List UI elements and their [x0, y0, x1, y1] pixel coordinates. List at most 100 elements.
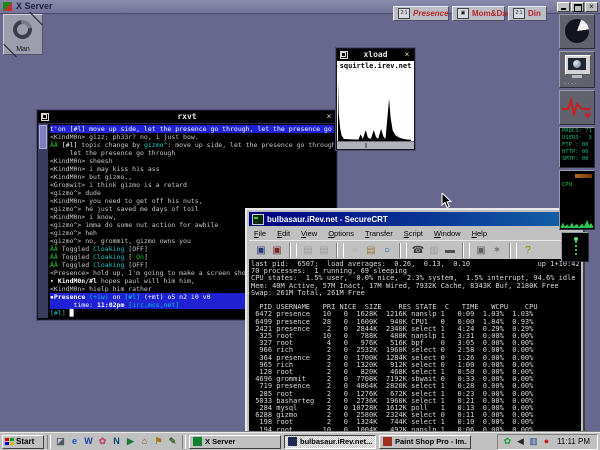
xserver-title: X Server	[16, 1, 53, 11]
securecrt-titlebar[interactable]: bulbasaur.iRev.net - SecureCRT	[249, 212, 581, 226]
menu-file[interactable]: File	[254, 229, 266, 238]
netstat-line: HTTP: 00	[560, 149, 594, 156]
task-button-label: X Server	[205, 437, 235, 446]
mini-window-din[interactable]: 2:1 Din	[508, 6, 547, 21]
dock-tile-cpu[interactable]: CPU	[559, 170, 595, 230]
toolbar-separator	[289, 243, 297, 258]
dock-tile-netstat[interactable]: PROCS: 71USERS: 3FTP : 00HTTP: 00SMTP: 0…	[559, 127, 595, 168]
toolbar-separator	[336, 243, 344, 258]
irc-line: ÄÄ [#l] topic change by gizmo^: move up …	[50, 141, 334, 149]
xload-window[interactable]: xload × squirtle.irev.net	[336, 48, 415, 150]
scrollbar-thumb[interactable]	[39, 125, 47, 149]
taskbar-separator	[47, 435, 51, 449]
iconify-decoration	[29, 12, 42, 25]
toolbar-separator	[462, 243, 470, 258]
mini-window-icon: ▣	[457, 8, 469, 19]
menu-bar: File Edit View Options Transfer Script Window H…	[249, 227, 581, 240]
reconnect-icon[interactable]: ▤	[300, 243, 316, 258]
mini-window-title: Mom&Dad	[472, 9, 512, 18]
task-button-label: bulbasaur.iRev.net...	[300, 437, 372, 446]
task-buttons: X Server bulbasaur.iRev.net... Paint Shop …	[189, 435, 471, 449]
close-icon[interactable]: ×	[403, 51, 411, 59]
volume-icon[interactable]: ◀	[515, 436, 526, 447]
menu-window[interactable]: Window	[434, 229, 461, 238]
dock-tile-clock[interactable]	[559, 14, 595, 49]
system-tray: ✿◀▥● 11:11 PM	[497, 434, 598, 450]
minimize-icon[interactable]	[557, 2, 570, 12]
start-label: Start	[16, 437, 34, 446]
copy-icon[interactable]: ▫	[347, 243, 363, 258]
irc-line: <KindM0n> gizz; ph33r? no, i just bow.	[50, 133, 334, 141]
disconnect-icon[interactable]: ▤	[316, 243, 332, 258]
help-icon[interactable]: ?	[520, 243, 536, 258]
securecrt-title: bulbasaur.iRev.net - SecureCRT	[267, 215, 388, 224]
man-icon-art	[9, 16, 35, 42]
ssh-terminal[interactable]: last pid: 6507; load averages: 0.26, 0.1…	[249, 259, 581, 444]
scrollbar[interactable]	[38, 123, 48, 318]
start-button[interactable]: Start	[2, 435, 44, 449]
taskbar-button-psp[interactable]: Paint Shop Pro - Im...	[379, 435, 471, 449]
internet-explorer-icon[interactable]: e	[68, 435, 81, 448]
terminal-line: Swap: 261M Total, 261M Free	[251, 290, 581, 297]
paste-icon[interactable]: ▤	[363, 243, 379, 258]
securecrt-window[interactable]: bulbasaur.iRev.net - SecureCRT File Edit V…	[245, 208, 585, 448]
netstat-line: PROCS: 71	[560, 128, 594, 135]
media-player-icon[interactable]: ▶	[124, 435, 137, 448]
icq-flower-icon[interactable]: ✿	[502, 436, 513, 447]
netstat-line: FTP : 00	[560, 142, 594, 149]
netscape-icon[interactable]: N	[110, 435, 123, 448]
taskbar-button-securecrt[interactable]: bulbasaur.iRev.net...	[284, 435, 376, 449]
menu-script[interactable]: Script	[404, 229, 423, 238]
taskbar-button-psp-icon	[383, 437, 392, 446]
find-icon[interactable]: ○	[379, 243, 395, 258]
castle-icon[interactable]: ⌂	[138, 435, 151, 448]
mini-window-presence[interactable]: 2:1 Presence	[393, 6, 449, 21]
toolbar-separator	[399, 243, 407, 258]
print-icon[interactable]: ▬	[442, 243, 458, 258]
menu-edit[interactable]: Edit	[277, 229, 290, 238]
restore-icon[interactable]	[571, 2, 584, 12]
taskbar-button-xserver[interactable]: X Server	[189, 435, 281, 449]
menu-transfer[interactable]: Transfer	[365, 229, 393, 238]
monitor-stand	[572, 75, 582, 78]
shortcut-1-icon[interactable]: ◪	[54, 435, 67, 448]
irc-line: <KindM0n> you need to get off his nuts,	[50, 197, 334, 205]
mini-window-title: Din	[528, 9, 541, 18]
monitor-icon	[565, 55, 591, 75]
irc-line: <gizmo^> dude	[50, 189, 334, 197]
draw-icon[interactable]: ✎	[166, 435, 179, 448]
taskbar-button-securecrt-icon	[288, 437, 297, 446]
irc-line: <KindM0n> sheesh	[50, 157, 334, 165]
menu-view[interactable]: View	[301, 229, 317, 238]
irc-line: <Gromwit> i think gizmo is a retard	[50, 181, 334, 189]
xload-titlebar[interactable]: xload ×	[337, 49, 414, 61]
close-icon[interactable]: ×	[585, 2, 598, 12]
icq-icon[interactable]: ✿	[96, 435, 109, 448]
task-button-label: Paint Shop Pro - Im...	[395, 437, 467, 446]
dock-tile-small-monitor[interactable]	[561, 232, 589, 262]
connect-icon[interactable]: ▣	[253, 243, 269, 258]
flag-icon[interactable]: ⚑	[152, 435, 165, 448]
menu-options[interactable]: Options	[328, 229, 354, 238]
irc-line: t'on [#l] move up side, let the presence…	[50, 125, 334, 133]
desktop: X Server × Man 2:1 Presence ▣ Mom&Dad 2:…	[0, 0, 600, 450]
word-icon[interactable]: W	[82, 435, 95, 448]
script-icon[interactable]: ✶	[489, 243, 505, 258]
heart-icon: ♥	[584, 110, 591, 122]
menu-help[interactable]: Help	[472, 229, 487, 238]
close-icon[interactable]: ×	[325, 113, 333, 121]
antivirus-icon[interactable]: ●	[541, 436, 552, 447]
man-desktop-icon[interactable]: Man	[3, 14, 43, 55]
dock-tile-monitor[interactable]: ....	[559, 51, 595, 88]
modem-icon[interactable]: ▥	[528, 436, 539, 447]
mini-window-momdad[interactable]: ▣ Mom&Dad	[452, 6, 505, 21]
cpu-label: CPU	[562, 182, 572, 188]
phone-icon[interactable]: ☎	[410, 243, 426, 258]
rxvt-titlebar[interactable]: rxvt ×	[38, 111, 336, 124]
quick-connect-icon[interactable]: ▣	[269, 243, 285, 258]
properties-icon[interactable]: ▣	[473, 243, 489, 258]
dock-tile-heartbeat[interactable]: ♥	[559, 90, 595, 125]
transfer-icon[interactable]: ▥	[426, 243, 442, 258]
taskbar-clock: 11:11 PM	[554, 437, 593, 446]
mini-window-title: Presence	[413, 9, 449, 18]
